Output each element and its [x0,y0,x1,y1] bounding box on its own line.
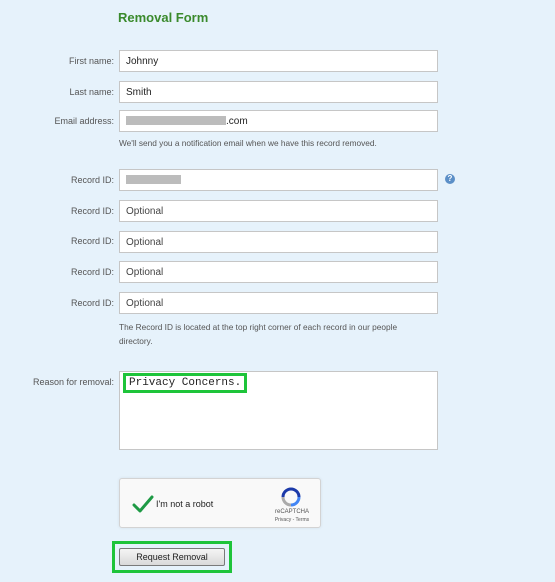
record-id-input-3[interactable]: Optional [119,231,438,253]
record-id-input-2[interactable]: Optional [119,200,438,222]
first-name-label: First name: [68,56,114,66]
email-input[interactable]: .com [119,110,438,132]
redacted-email [126,116,226,125]
last-name-input[interactable]: Smith [119,81,438,103]
request-removal-button[interactable]: Request Removal [119,548,225,566]
form-title: Removal Form [118,10,209,25]
redacted-record-id [126,175,181,184]
record-id-help-line-1: The Record ID is located at the top righ… [119,322,398,332]
first-name-input[interactable]: Johnny [119,50,438,72]
checkmark-icon[interactable] [132,493,154,515]
record-id-label-5: Record ID: [70,298,114,308]
record-id-label-2: Record ID: [70,206,114,216]
captcha-brand: reCAPTCHA [274,509,309,515]
reason-text: Privacy Concerns. [123,373,248,393]
record-id-label-3: Record ID: [70,236,114,246]
record-id-label-1: Record ID: [70,175,114,185]
help-icon[interactable]: ? [445,174,455,184]
captcha-links[interactable]: Privacy - Terms [272,517,312,523]
record-id-help-line-2: directory. [119,336,153,346]
record-id-label-4: Record ID: [70,267,114,277]
last-name-label: Last name: [69,87,114,97]
submit-highlight: Request Removal [112,541,232,573]
removal-form-page: Removal Form First name: Johnny Last nam… [0,0,555,582]
reason-textarea[interactable]: Privacy Concerns. [119,371,438,450]
email-suffix: .com [226,116,248,127]
email-label: Email address: [54,116,114,126]
record-id-input-4[interactable]: Optional [119,261,438,283]
recaptcha-logo-icon [281,487,301,507]
recaptcha-widget: I'm not a robot reCAPTCHA Privacy - Term… [119,478,321,528]
email-help-text: We'll send you a notification email when… [119,138,377,148]
record-id-input-5[interactable]: Optional [119,292,438,314]
captcha-label: I'm not a robot [156,499,214,509]
record-id-input-1[interactable] [119,169,438,191]
reason-label: Reason for removal: [32,377,114,387]
